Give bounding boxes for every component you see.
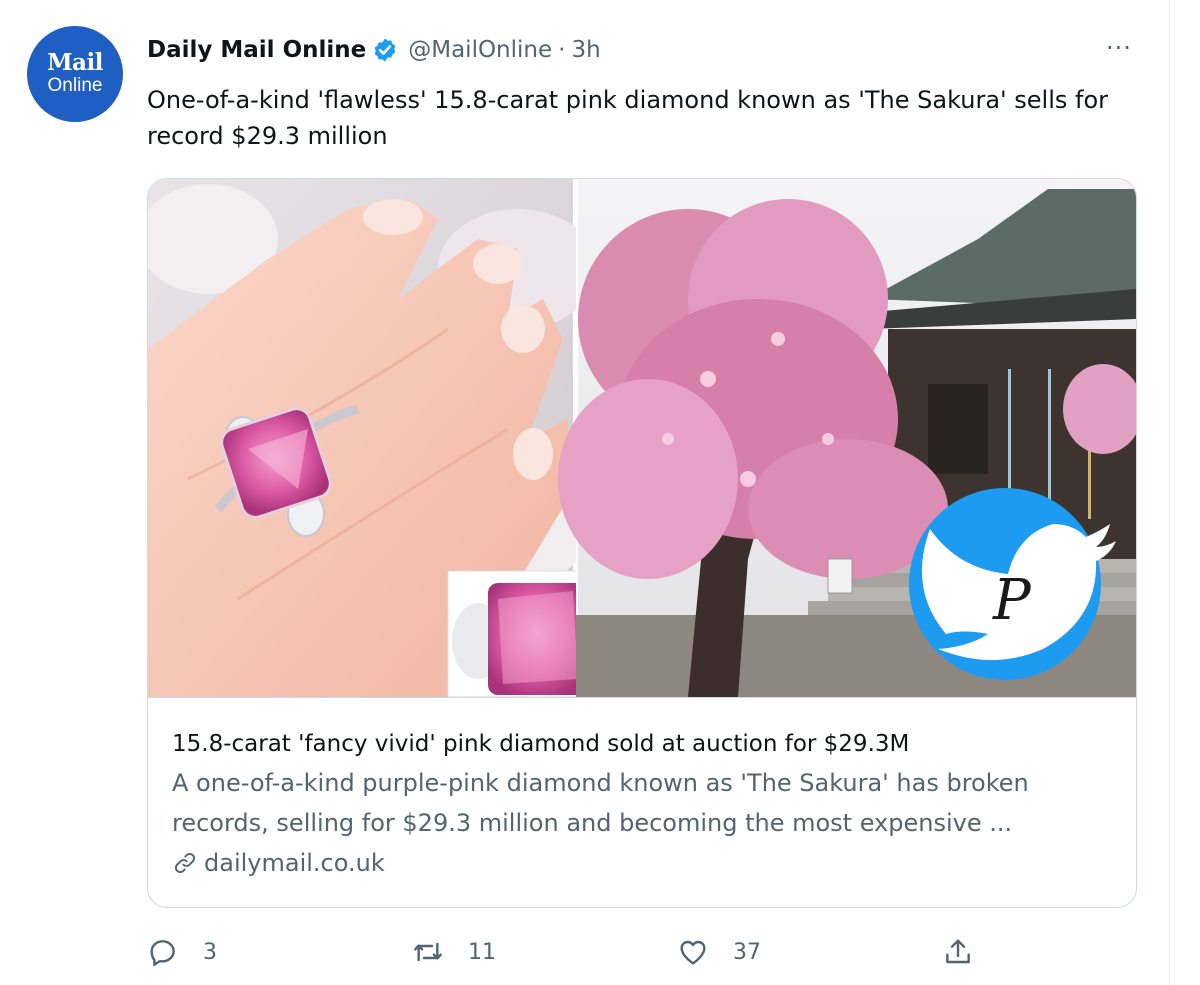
like-icon [680, 940, 706, 965]
card-link[interactable]: dailymail.co.uk [172, 849, 1122, 877]
separator-dot: · [558, 37, 566, 63]
card-description: A one-of-a-kind purple-pink diamond know… [172, 769, 1029, 837]
timestamp[interactable]: 3h [571, 37, 600, 63]
action-bar: 3 11 37 [0, 928, 1200, 976]
avatar-line-1: Mail [47, 49, 103, 76]
link-card[interactable]: P 15.8-carat 'fancy vivid' pink diamond … [147, 178, 1137, 908]
avatar-line-2: Online [47, 75, 103, 96]
verified-badge-icon [374, 38, 396, 62]
author-name[interactable]: Daily Mail Online [147, 37, 366, 63]
card-body[interactable]: 15.8-carat 'fancy vivid' pink diamond so… [172, 727, 1122, 877]
avatar[interactable]: Mail Online [27, 26, 123, 122]
retweet-button[interactable]: 11 [412, 928, 496, 976]
share-button[interactable] [942, 928, 974, 976]
card-image: P [148, 179, 1136, 697]
link-icon [174, 852, 196, 874]
reply-count: 3 [203, 939, 217, 965]
author-handle[interactable]: @MailOnline [408, 37, 552, 63]
retweet-count: 11 [468, 939, 496, 965]
tweet-text: One-of-a-kind 'flawless' 15.8-carat pink… [147, 86, 1108, 150]
reply-icon [150, 940, 175, 966]
timeline-border [1169, 0, 1170, 985]
watermark-letter: P [992, 568, 1032, 633]
share-icon [946, 939, 970, 964]
card-media[interactable]: P [148, 179, 1136, 698]
tweet-header: Daily Mail Online @MailOnline · 3h [147, 30, 601, 70]
card-title: 15.8-carat 'fancy vivid' pink diamond so… [172, 731, 910, 757]
reply-button[interactable]: 3 [147, 928, 217, 976]
like-count: 37 [733, 939, 761, 965]
like-button[interactable]: 37 [677, 928, 761, 976]
more-icon[interactable]: ··· [1099, 34, 1139, 62]
retweet-icon [414, 942, 442, 962]
card-domain: dailymail.co.uk [204, 849, 385, 877]
